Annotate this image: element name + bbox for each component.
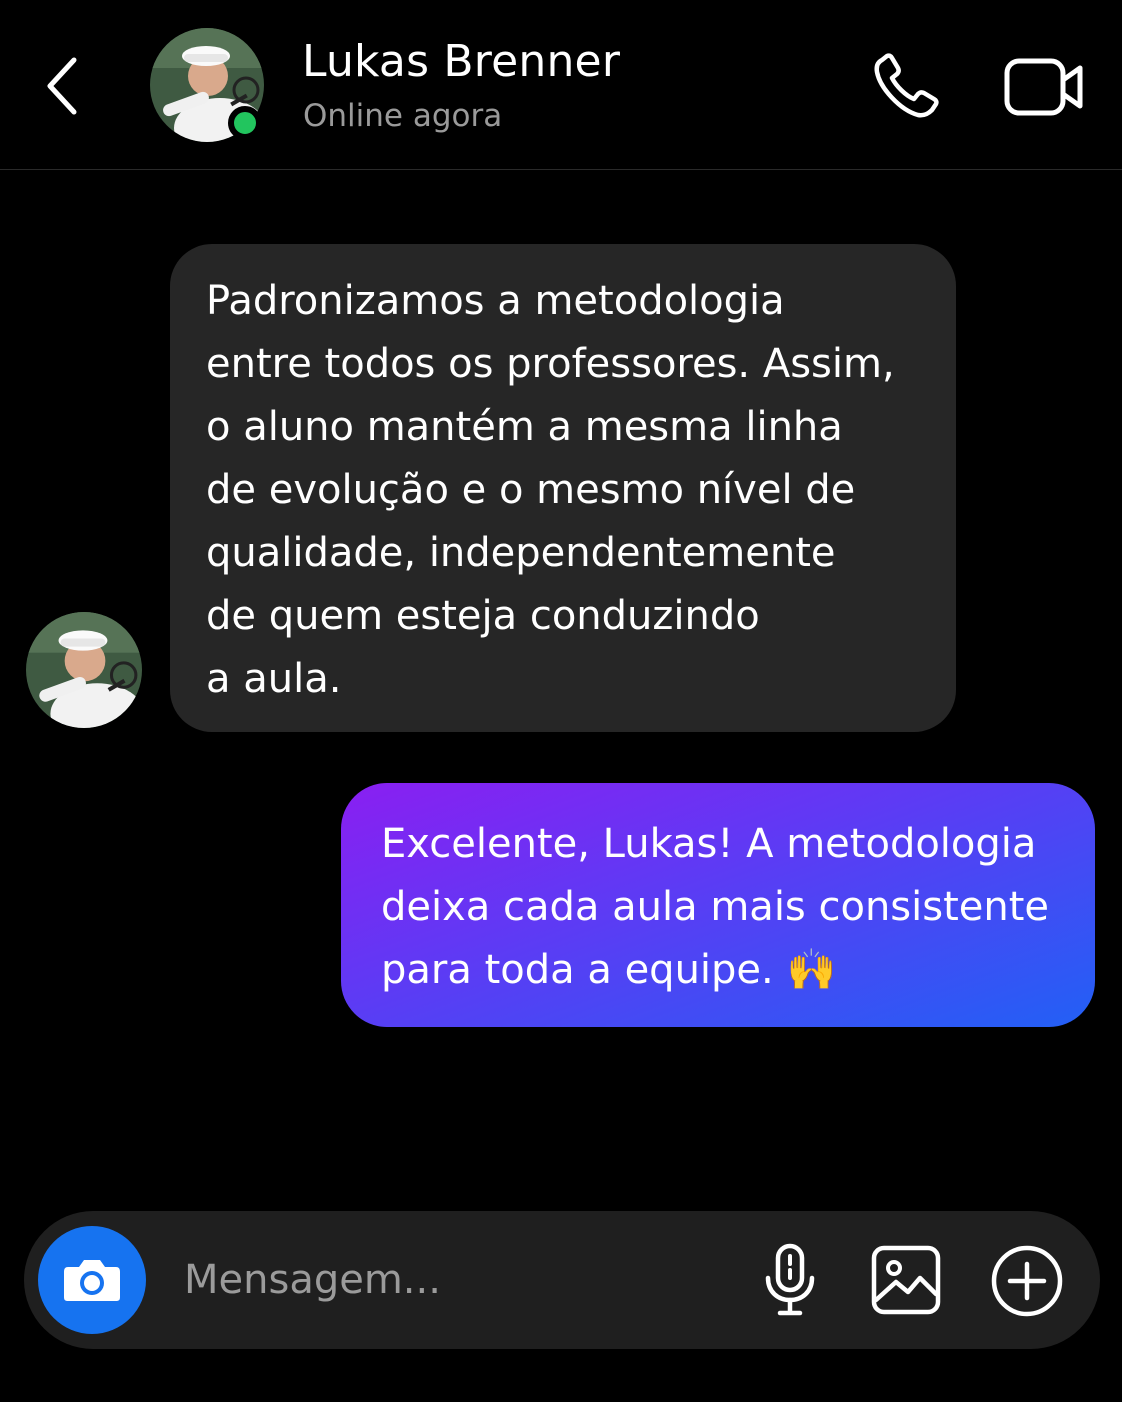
gallery-button[interactable] [870,1244,942,1316]
avatar-photo [26,612,142,728]
incoming-message-bubble[interactable]: Padronizamos a metodologia entre todos o… [170,244,956,732]
message-input[interactable] [184,1240,724,1320]
back-button[interactable] [30,48,94,124]
message-text: Excelente, Lukas! A metodologia deixa ca… [381,821,1050,993]
online-indicator [228,106,262,140]
phone-icon [874,53,939,118]
outgoing-message-bubble[interactable]: Excelente, Lukas! A metodologia deixa ca… [341,783,1095,1027]
video-camera-icon [1004,58,1083,116]
chat-header: Lukas Brenner Online agora [0,0,1122,170]
contact-status: Online agora [303,98,503,134]
voice-message-button[interactable] [760,1242,820,1318]
sender-avatar[interactable] [26,612,142,728]
call-button[interactable] [870,52,944,122]
video-call-button[interactable] [1002,54,1086,120]
microphone-icon [765,1243,815,1316]
add-attachment-button[interactable] [990,1244,1064,1318]
camera-icon [64,1260,120,1301]
image-icon [871,1245,941,1315]
message-text: Padronizamos a metodologia entre todos o… [206,278,895,702]
contact-name[interactable]: Lukas Brenner [302,36,620,87]
plus-circle-icon [991,1245,1063,1317]
camera-button[interactable] [38,1226,146,1334]
chat-screen: Lukas Brenner Online agora Padronizamos … [0,0,1122,1402]
chevron-left-icon [47,57,77,115]
